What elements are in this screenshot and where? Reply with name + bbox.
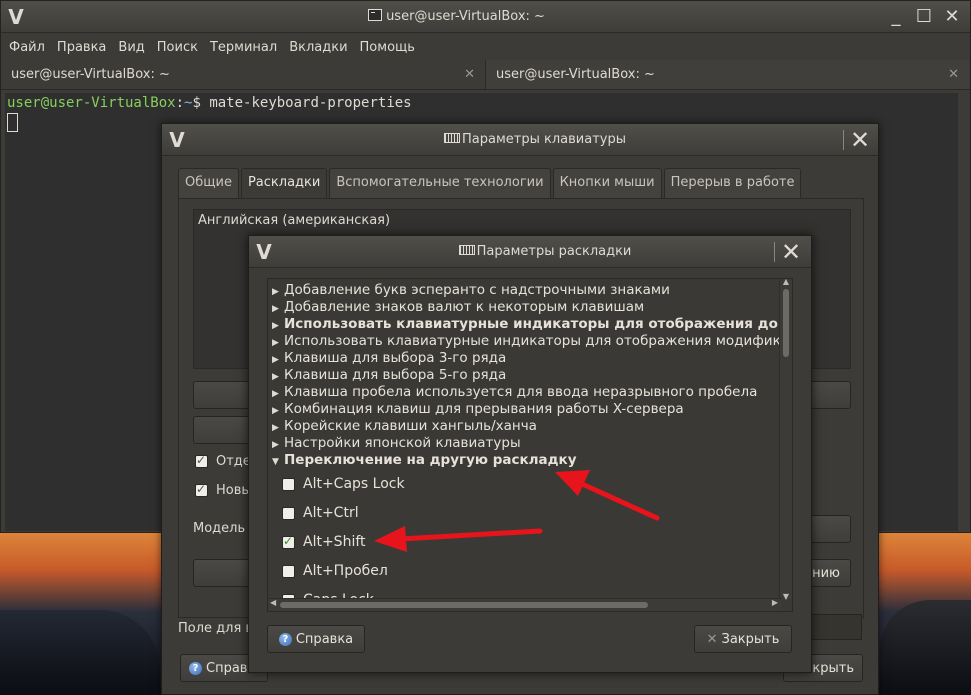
maximize-button[interactable]: ☐ bbox=[910, 6, 938, 27]
close-icon[interactable]: ✕ bbox=[777, 238, 805, 266]
menu-terminal[interactable]: Терминал bbox=[210, 40, 277, 55]
keyboard-dialog-title: Параметры клавиатуры bbox=[192, 132, 878, 147]
tree-item-expanded[interactable]: ▼ Переключение на другую раскладку bbox=[272, 452, 577, 469]
close-icon[interactable]: ✕ bbox=[846, 126, 874, 154]
option-checkbox[interactable] bbox=[282, 506, 295, 520]
tree-vertical-scrollbar[interactable]: ▲ ▼ bbox=[779, 279, 792, 601]
option-alt-shift[interactable]: Alt+Shift bbox=[282, 534, 366, 550]
tab-accessibility[interactable]: Вспомогательные технологии bbox=[329, 168, 551, 199]
scroll-up-icon[interactable]: ▲ bbox=[780, 279, 792, 286]
scrollbar-thumb[interactable] bbox=[280, 602, 648, 608]
terminal-tab-label: user@user-VirtualBox: ~ bbox=[11, 67, 170, 82]
terminal-cursor bbox=[7, 113, 18, 132]
close-label: Закрыть bbox=[721, 631, 780, 647]
option-alt-ctrl[interactable]: Alt+Ctrl bbox=[282, 505, 359, 521]
tree-item[interactable]: ▶ Настройки японской клавиатуры bbox=[272, 435, 521, 452]
tree-item[interactable]: ▶ Клавиша пробела используется для ввода … bbox=[272, 384, 757, 401]
menu-file[interactable]: Файл bbox=[9, 40, 45, 55]
keyboard-icon bbox=[458, 245, 475, 255]
tree-horizontal-scrollbar[interactable]: ◀ ▶ bbox=[268, 598, 782, 611]
new-windows-label: Новы bbox=[216, 483, 252, 498]
help-icon: ? bbox=[189, 661, 202, 675]
prompt-user: user@user-VirtualBox bbox=[7, 95, 176, 111]
help-button[interactable]: ? Справка bbox=[267, 625, 365, 653]
tree-item[interactable]: ▶ Комбинация клавиш для прерывания работы… bbox=[272, 401, 684, 418]
keyboard-dialog-titlebar[interactable]: V Параметры клавиатуры ✕ bbox=[162, 124, 878, 156]
options-button[interactable] bbox=[193, 416, 253, 444]
tab-mouse-keys[interactable]: Кнопки мыши bbox=[552, 168, 662, 199]
collapse-arrow-icon[interactable]: ▼ bbox=[272, 454, 284, 471]
close-tab-icon[interactable]: ✕ bbox=[948, 67, 959, 82]
keyboard-dialog-tabs: Общие Раскладки Вспомогательные технолог… bbox=[178, 168, 803, 199]
terminal-menubar: Файл Правка Вид Поиск Терминал Вкладки П… bbox=[1, 34, 970, 60]
add-layout-button[interactable] bbox=[193, 381, 253, 409]
option-checkbox[interactable] bbox=[282, 477, 295, 491]
model-label: Модель bbox=[193, 521, 246, 536]
option-alt-space[interactable]: Alt+Пробел bbox=[282, 563, 388, 579]
scroll-left-icon[interactable]: ◀ bbox=[270, 598, 276, 607]
terminal-command-line: user@user-VirtualBox:~$ mate-keyboard-pr… bbox=[7, 95, 956, 111]
titlebar-separator bbox=[843, 130, 844, 150]
keyboard-icon bbox=[444, 133, 460, 143]
tree-item[interactable]: ▶ Добавление знаков валют к некоторым кла… bbox=[272, 299, 644, 316]
help-label: Справка bbox=[295, 631, 354, 647]
terminal-icon bbox=[368, 9, 383, 21]
separate-layout-checkbox-row[interactable]: Отде bbox=[195, 453, 251, 469]
layout-options-dialog: V Параметры раскладки ✕ ▶ Добавление букв… bbox=[248, 235, 812, 673]
menu-search[interactable]: Поиск bbox=[157, 40, 198, 55]
menu-view[interactable]: Вид bbox=[118, 40, 144, 55]
wallpaper-hills-left bbox=[0, 610, 160, 695]
options-tree[interactable]: ▶ Добавление букв эсперанто с надстрочным… bbox=[267, 278, 793, 612]
window-menu-icon[interactable]: V bbox=[1, 7, 31, 27]
separate-layout-label: Отде bbox=[216, 454, 251, 469]
separate-layout-checkbox[interactable] bbox=[195, 453, 208, 468]
help-label: Справ bbox=[206, 660, 248, 676]
help-icon: ? bbox=[278, 632, 292, 646]
close-icon: ✕ bbox=[706, 631, 718, 647]
window-menu-icon[interactable]: V bbox=[162, 130, 192, 150]
minimize-button[interactable]: _ bbox=[882, 6, 910, 27]
wallpaper-hills-right bbox=[880, 600, 971, 695]
layout-options-title: Параметры раскладки bbox=[279, 244, 811, 259]
layout-options-titlebar[interactable]: V Параметры раскладки ✕ bbox=[249, 236, 811, 268]
new-windows-checkbox-row[interactable]: Новы bbox=[195, 482, 252, 498]
tab-general[interactable]: Общие bbox=[178, 168, 239, 199]
titlebar-separator bbox=[774, 242, 775, 262]
terminal-tab-1[interactable]: user@user-VirtualBox: ~ ✕ bbox=[1, 60, 485, 89]
test-input-field[interactable] bbox=[809, 614, 862, 640]
option-checkbox-checked[interactable] bbox=[282, 534, 295, 549]
tree-item[interactable]: ▶ Использовать клавиатурные индикаторы дл… bbox=[272, 316, 792, 333]
tree-item[interactable]: ▶ Клавиша для выбора 3-го ряда bbox=[272, 350, 506, 367]
prompt-separator: : bbox=[175, 95, 185, 111]
window-menu-icon[interactable]: V bbox=[249, 242, 279, 262]
new-windows-checkbox[interactable] bbox=[195, 482, 208, 497]
close-tab-icon[interactable]: ✕ bbox=[464, 67, 475, 82]
test-field-label: Поле для в bbox=[178, 621, 254, 636]
layout-list-item[interactable]: Английская (американская) bbox=[194, 210, 850, 231]
terminal-titlebar[interactable]: V user@user-VirtualBox: ~ _ ☐ ✕ bbox=[1, 1, 970, 33]
terminal-tab-2[interactable]: user@user-VirtualBox: ~ ✕ bbox=[485, 60, 969, 89]
menu-edit[interactable]: Правка bbox=[57, 40, 106, 55]
tree-item[interactable]: ▶ Клавиша для выбора 5-го ряда bbox=[272, 367, 506, 384]
option-alt-caps-lock[interactable]: Alt+Caps Lock bbox=[282, 476, 405, 492]
command-text: mate-keyboard-properties bbox=[200, 95, 412, 111]
tab-typing-break[interactable]: Перерыв в работе bbox=[663, 168, 802, 199]
terminal-tab-bar: user@user-VirtualBox: ~ ✕ user@user-Virt… bbox=[1, 60, 970, 90]
tree-item[interactable]: ▶ Корейские клавиши хангыль/ханча bbox=[272, 418, 537, 435]
bottom-left-button[interactable] bbox=[193, 559, 253, 587]
prompt-dollar: $ bbox=[192, 95, 201, 111]
tab-layouts[interactable]: Раскладки bbox=[240, 168, 328, 199]
terminal-scrollbar[interactable] bbox=[958, 93, 970, 531]
menu-tabs[interactable]: Вкладки bbox=[289, 40, 347, 55]
menu-help[interactable]: Помощь bbox=[360, 40, 415, 55]
scrollbar-thumb[interactable] bbox=[783, 289, 789, 357]
tree-item[interactable]: ▶ Добавление букв эсперанто с надстрочным… bbox=[272, 282, 670, 299]
close-button[interactable]: ✕ bbox=[938, 6, 966, 27]
terminal-title: user@user-VirtualBox: ~ bbox=[31, 9, 882, 24]
terminal-tab-label: user@user-VirtualBox: ~ bbox=[496, 67, 655, 82]
close-button[interactable]: ✕ Закрыть bbox=[694, 625, 792, 653]
scroll-right-icon[interactable]: ▶ bbox=[772, 598, 778, 607]
tree-item[interactable]: ▶ Использовать клавиатурные индикаторы дл… bbox=[272, 333, 789, 350]
option-checkbox[interactable] bbox=[282, 564, 295, 578]
